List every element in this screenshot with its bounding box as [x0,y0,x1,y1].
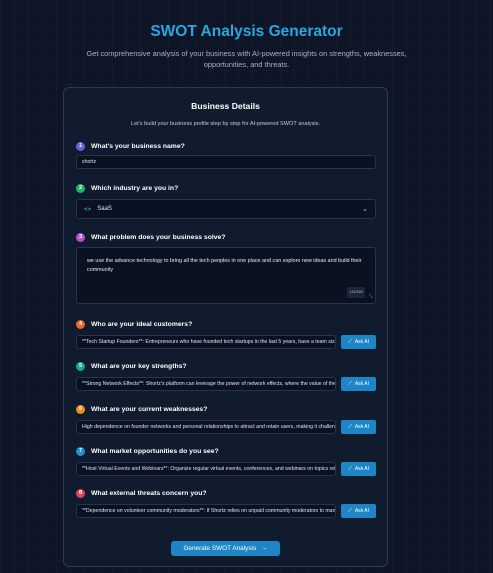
ask-ai-button[interactable]: ⟋ Ask AI [341,420,376,434]
ideal-customers-input[interactable]: **Tech Startup Founders**: Entrepreneurs… [76,335,336,349]
question-weaknesses: 6 What are your current weaknesses? [76,404,207,414]
question-business-name: 1 What's your business name? [76,141,185,151]
step-badge: 8 [76,488,85,498]
ask-ai-button[interactable]: ⟋ Ask AI [341,377,376,391]
step-badge: 6 [76,404,85,414]
ask-ai-label: Ask AI [354,424,370,430]
question-label: What external threats concern you? [91,489,207,497]
question-market-opportunities: 7 What market opportunities do you see? [76,446,219,456]
card-title: Business Details [191,101,260,111]
card-subtitle: Let's build your business profile step b… [130,121,321,127]
question-key-strengths: 5 What are your key strengths? [76,361,187,371]
question-label: What are your current weaknesses? [91,405,208,413]
question-label: What market opportunities do you see? [91,447,219,455]
wand-icon: ⟋ [347,507,352,514]
wand-icon: ⟋ [347,380,352,387]
step-badge: 1 [76,141,85,151]
step-badge: 3 [76,232,85,242]
question-industry: 2 Which industry are you in? [76,183,178,193]
wand-icon: ⟋ [347,338,352,345]
question-ideal-customers: 4 Who are your ideal customers? [76,319,192,329]
question-label: What's your business name? [91,142,185,150]
wand-icon: ⟋ [347,465,352,472]
weaknesses-input[interactable]: High dependence on founder networks and … [76,420,336,434]
business-details-card: Business Details Let's build your busine… [63,87,388,567]
problem-textarea[interactable]: we use the advance technology to bring a… [76,247,376,304]
step-badge: 5 [76,361,85,371]
ask-ai-label: Ask AI [354,466,370,472]
business-name-input[interactable]: shortz [76,155,376,169]
character-counter: 131/500 [347,287,365,298]
question-label: Who are your ideal customers? [91,320,193,328]
market-opportunities-input[interactable]: **Host Virtual Events and Webinars**: Or… [76,462,336,476]
key-strengths-input[interactable]: **Strong Network Effects**: Shortz's pla… [76,377,336,391]
question-external-threats: 8 What external threats concern you? [76,488,207,498]
ask-ai-label: Ask AI [354,339,370,345]
ask-ai-button[interactable]: ⟋ Ask AI [341,335,376,349]
question-problem: 3 What problem does your business solve? [76,232,225,242]
arrow-right-icon: → [261,545,268,552]
step-badge: 4 [76,319,85,329]
chevron-down-icon: ⌄ [362,206,368,213]
wand-icon: ⟋ [347,423,352,430]
page-title: SWOT Analysis Generator [150,23,343,40]
question-label: What problem does your business solve? [91,233,226,241]
ask-ai-label: Ask AI [354,381,370,387]
resize-handle-icon[interactable]: ⤡ [369,293,373,302]
question-label: Which industry are you in? [91,184,179,192]
code-icon: <> [84,205,92,213]
external-threats-input[interactable]: **Dependence on volunteer community mode… [76,504,336,518]
step-badge: 2 [76,183,85,193]
industry-select[interactable]: <> SaaS ⌄ [76,199,376,219]
ask-ai-button[interactable]: ⟋ Ask AI [341,504,376,518]
industry-value: SaaS [97,206,112,212]
page-subtitle: Get comprehensive analysis of your busin… [86,49,407,69]
ask-ai-label: Ask AI [354,508,370,514]
problem-text: we use the advance technology to bring a… [87,258,362,273]
question-label: What are your key strengths? [91,362,187,370]
ask-ai-button[interactable]: ⟋ Ask AI [341,462,376,476]
step-badge: 7 [76,446,85,456]
generate-swot-button[interactable]: Generate SWOT Analysis → [171,541,280,556]
generate-label: Generate SWOT Analysis [183,545,257,552]
